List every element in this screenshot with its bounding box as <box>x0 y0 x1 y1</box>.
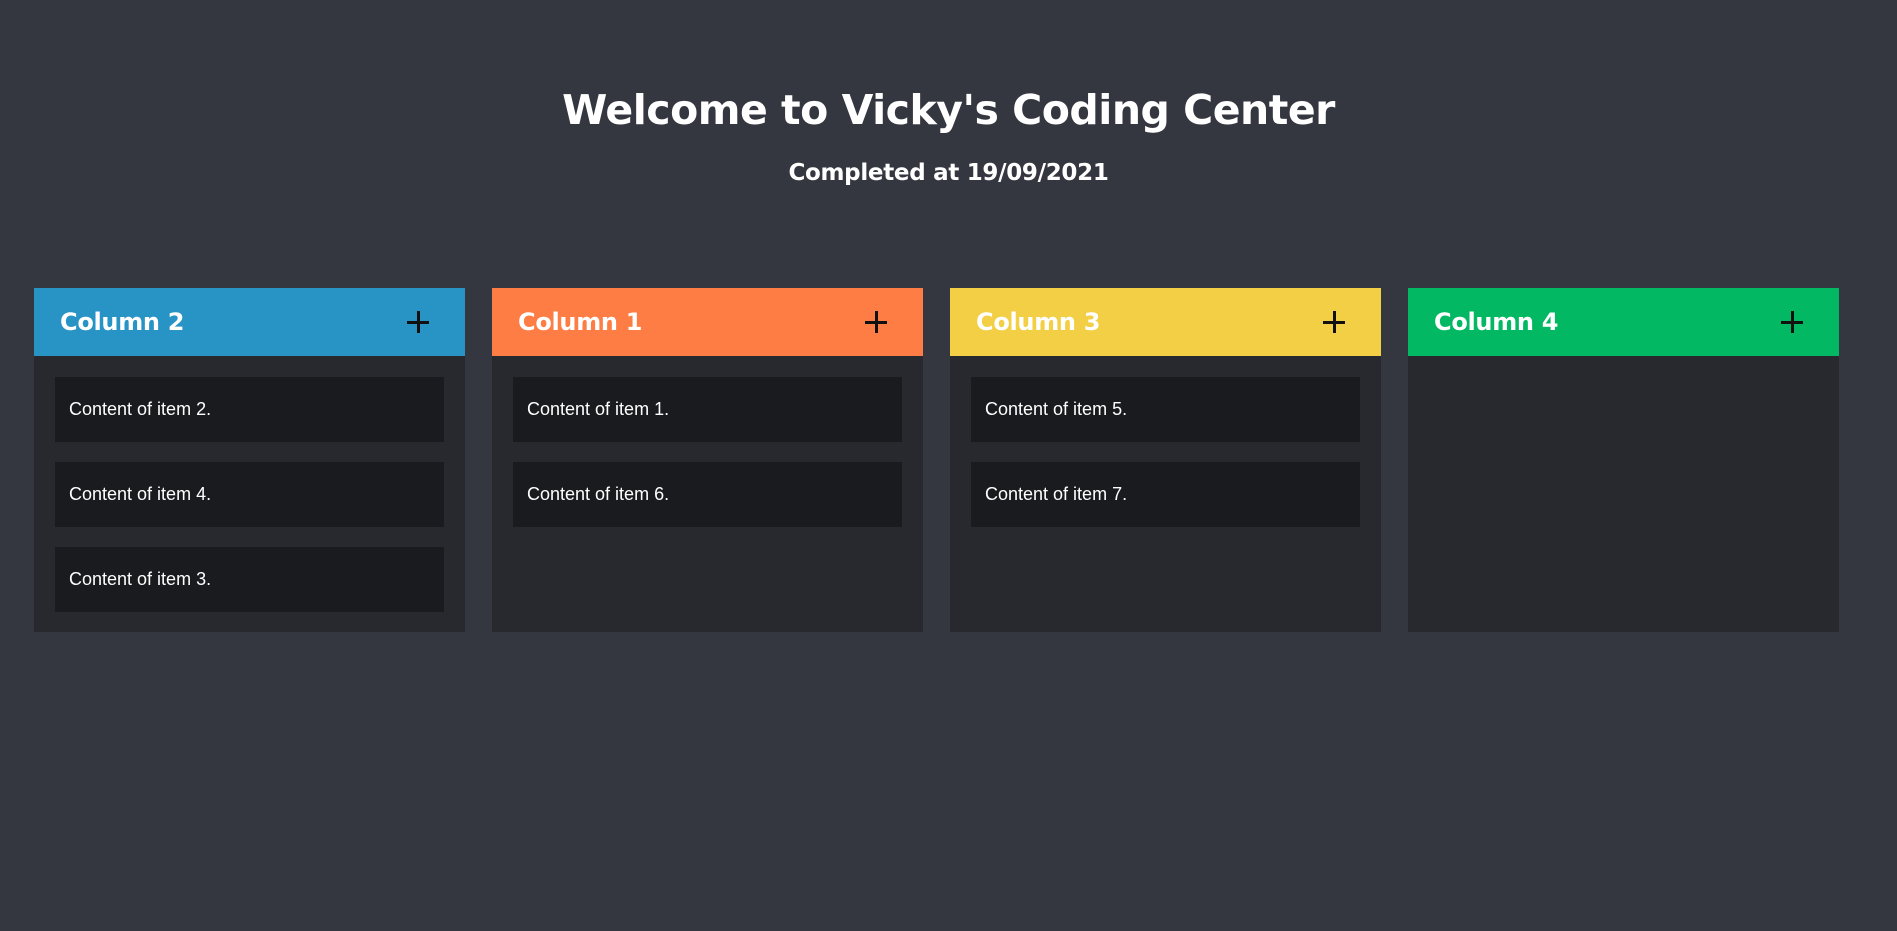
column-header: Column 1 <box>492 288 923 356</box>
card-item[interactable]: Content of item 2. <box>55 377 444 442</box>
plus-icon[interactable] <box>405 309 431 335</box>
column-title: Column 4 <box>1434 308 1559 336</box>
plus-icon[interactable] <box>1779 309 1805 335</box>
kanban-board: Column 2 Content of item 2. Content of i… <box>34 288 1839 632</box>
card-item[interactable]: Content of item 4. <box>55 462 444 527</box>
page: Welcome to Vicky's Coding Center Complet… <box>0 0 1897 931</box>
column: Column 4 <box>1408 288 1839 632</box>
column: Column 3 Content of item 5. Content of i… <box>950 288 1381 632</box>
page-title: Welcome to Vicky's Coding Center <box>562 86 1335 134</box>
plus-icon[interactable] <box>1321 309 1347 335</box>
header: Welcome to Vicky's Coding Center Complet… <box>0 0 1897 188</box>
card-item[interactable]: Content of item 1. <box>513 377 902 442</box>
column-items <box>1408 356 1839 425</box>
column-items: Content of item 2. Content of item 4. Co… <box>34 356 465 612</box>
card-item[interactable]: Content of item 7. <box>971 462 1360 527</box>
column-items: Content of item 1. Content of item 6. <box>492 356 923 527</box>
column-header: Column 4 <box>1408 288 1839 356</box>
card-item[interactable]: Content of item 3. <box>55 547 444 612</box>
column-header: Column 3 <box>950 288 1381 356</box>
column-title: Column 1 <box>518 308 643 336</box>
page-subtitle: Completed at 19/09/2021 <box>788 160 1109 186</box>
column: Column 1 Content of item 1. Content of i… <box>492 288 923 632</box>
card-item[interactable]: Content of item 6. <box>513 462 902 527</box>
plus-icon[interactable] <box>863 309 889 335</box>
column-header: Column 2 <box>34 288 465 356</box>
column-title: Column 3 <box>976 308 1101 336</box>
card-item[interactable]: Content of item 5. <box>971 377 1360 442</box>
column-items: Content of item 5. Content of item 7. <box>950 356 1381 527</box>
column: Column 2 Content of item 2. Content of i… <box>34 288 465 632</box>
column-title: Column 2 <box>60 308 185 336</box>
